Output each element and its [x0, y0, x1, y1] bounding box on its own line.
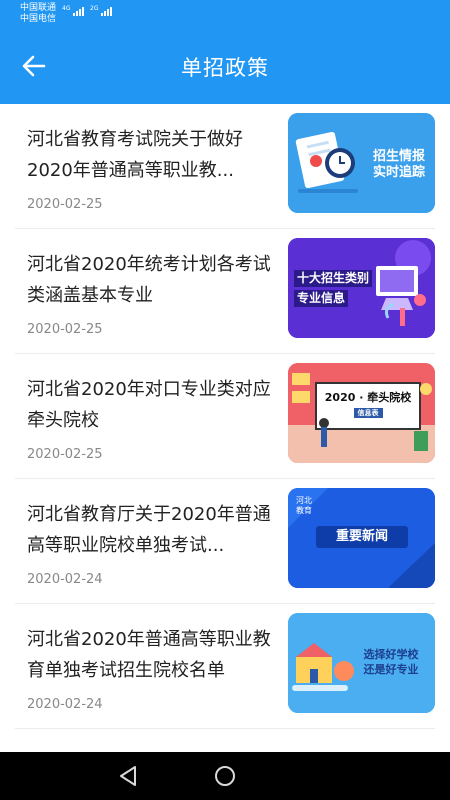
app-bar: 单招政策	[0, 28, 450, 104]
article-date: 2020-02-25	[27, 197, 103, 212]
article-thumbnail: 2020 · 牵头院校 信息表	[288, 363, 435, 463]
article-title: 河北省2020年统考计划各考试类涵盖基本专业	[27, 254, 271, 306]
nav-home-button[interactable]	[213, 764, 237, 788]
carrier-info: 中国联通 中国电信	[20, 3, 56, 25]
article-date: 2020-02-25	[27, 447, 103, 462]
article-thumbnail: 十大招生类别 专业信息	[288, 238, 435, 338]
page-title: 单招政策	[181, 56, 269, 80]
thumbnail-text-2: 信息表	[353, 408, 383, 418]
article-thumbnail: 招生情报 实时追踪	[288, 113, 435, 213]
thumbnail-text-1: 选择好学校	[363, 648, 419, 661]
net-2-label: 2G	[90, 5, 99, 12]
carrier-1-label: 中国联通	[20, 3, 57, 13]
carrier-2-label: 中国电信	[20, 14, 57, 24]
article-title: 河北省教育厅关于2020年普通高等职业院校单独考试...	[27, 504, 271, 556]
triangle-back-icon	[120, 766, 136, 786]
article-thumbnail: 选择好学校 还是好专业	[288, 613, 435, 713]
article-date: 2020-02-24	[27, 697, 103, 712]
thumbnail-text-2: 实时追踪	[372, 165, 425, 180]
article-item[interactable]: 河北省2020年统考计划各考试类涵盖基本专业 2020-02-25 十大招生类别…	[15, 229, 435, 354]
thumbnail-text-1: 河北 教育	[296, 496, 312, 515]
thumbnail-text-1: 招生情报	[372, 149, 425, 164]
article-title: 河北省2020年对口专业类对应牵头院校	[27, 379, 271, 431]
thumbnail-text-2: 重要新闻	[335, 529, 388, 544]
system-navigation-bar	[0, 752, 450, 800]
article-title: 河北省2020年普通高等职业教育单独考试招生院校名单	[27, 629, 271, 681]
circle-home-icon	[215, 766, 235, 786]
nav-back-button[interactable]	[116, 764, 140, 788]
thumbnail-text-2: 专业信息	[294, 290, 349, 307]
status-bar: 中国联通 中国电信 4G 2G	[0, 0, 450, 28]
article-item[interactable]: 河北省教育厅关于2020年普通高等职业院校单独考试... 2020-02-24 …	[15, 479, 435, 604]
article-title: 河北省教育考试院关于做好2020年普通高等职业教...	[27, 129, 243, 181]
article-item[interactable]: 河北省2020年对口专业类对应牵头院校 2020-02-25 2020 · 牵头…	[15, 354, 435, 479]
article-item[interactable]: 河北省2020年普通高等职业教育单独考试招生院校名单 2020-02-24 选择…	[15, 604, 435, 729]
article-item[interactable]: 河北省教育考试院关于做好2020年普通高等职业教... 2020-02-25 招…	[15, 104, 435, 229]
thumbnail-text-2: 还是好专业	[363, 663, 419, 676]
thumbnail-text-1: 2020 · 牵头院校	[324, 391, 412, 404]
signal-2-icon: 2G	[90, 5, 113, 16]
net-1-label: 4G	[62, 5, 71, 12]
article-list: 河北省教育考试院关于做好2020年普通高等职业教... 2020-02-25 招…	[0, 104, 450, 752]
article-date: 2020-02-24	[27, 572, 103, 587]
article-thumbnail: 河北 教育 重要新闻	[288, 488, 435, 588]
thumbnail-text-1: 十大招生类别	[294, 270, 373, 287]
article-date: 2020-02-25	[27, 322, 103, 337]
signal-1-icon: 4G	[62, 5, 85, 16]
